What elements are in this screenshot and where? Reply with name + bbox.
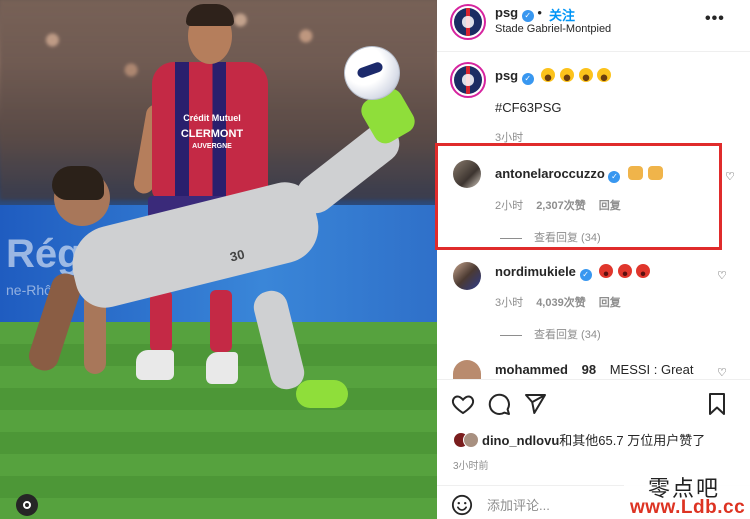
heart-icon[interactable] bbox=[451, 392, 475, 416]
sponsor-line: Crédit Mutuel bbox=[183, 113, 241, 123]
post-photo[interactable]: Rég ne-Rhô Crédit Mutuel CLERMONT AUVERG… bbox=[0, 0, 437, 519]
caption-author-name[interactable]: psg bbox=[495, 68, 518, 83]
opponent-leg bbox=[150, 290, 172, 352]
comment-meta: 2小时 2,307次赞 回复 bbox=[495, 197, 621, 213]
angry-face-emoji-icon bbox=[617, 264, 632, 278]
post-side-panel: psg ✓ • 关注 Stade Gabriel-Montpied ••• ps… bbox=[435, 0, 750, 519]
astonished-emoji-icon bbox=[578, 68, 593, 82]
raising-hands-emoji-icon bbox=[628, 166, 644, 180]
comment-likes[interactable]: 2,307次赞 bbox=[536, 200, 586, 212]
replies-line bbox=[500, 334, 522, 336]
opponent-boot bbox=[206, 352, 238, 384]
post-time[interactable]: 3小时前 bbox=[453, 457, 489, 472]
caption-emojis bbox=[541, 68, 612, 83]
verified-badge-icon: ✓ bbox=[579, 269, 592, 281]
send-icon[interactable] bbox=[523, 392, 547, 416]
follow-button[interactable]: 关注 bbox=[549, 5, 575, 24]
verified-badge-icon: ✓ bbox=[521, 10, 534, 22]
post-location[interactable]: Stade Gabriel-Montpied bbox=[495, 23, 611, 35]
comment-author-name[interactable]: antonelaroccuzzo bbox=[495, 166, 605, 181]
comment-time[interactable]: 3小时 bbox=[495, 297, 523, 309]
player-hair bbox=[52, 166, 104, 200]
player-boot bbox=[296, 380, 348, 408]
comment-likes[interactable]: 4,039次赞 bbox=[536, 297, 586, 309]
watermark-url: www.Ldb.cc bbox=[630, 497, 746, 518]
post-author-name[interactable]: psg bbox=[495, 5, 518, 20]
sponsor-line: CLERMONT bbox=[180, 127, 244, 140]
comment-author[interactable]: mohammed 98 MESSI : Great bbox=[495, 362, 694, 377]
bookmark-icon[interactable] bbox=[705, 392, 729, 416]
astonished-emoji-icon bbox=[541, 68, 556, 82]
comment-time[interactable]: 2小时 bbox=[495, 200, 523, 212]
caption-author[interactable]: psg ✓ bbox=[495, 68, 612, 85]
post-header: psg ✓ • 关注 Stade Gabriel-Montpied ••• bbox=[437, 0, 750, 52]
opponent-hair bbox=[186, 4, 234, 26]
comment-avatar[interactable] bbox=[453, 262, 481, 290]
comment-meta: 3小时 4,039次赞 回复 bbox=[495, 294, 621, 310]
comment-like-heart-icon[interactable]: ♡ bbox=[717, 366, 727, 379]
likes-summary[interactable]: dino_ndlovu和其他65.7 万位用户赞了 bbox=[453, 430, 705, 449]
sponsor-line: AUVERGNE bbox=[192, 143, 232, 150]
billboard-text: Rég bbox=[6, 232, 82, 276]
comment-author-name[interactable]: nordimukiele bbox=[495, 264, 576, 279]
verified-badge-icon: ✓ bbox=[608, 171, 621, 183]
avatar[interactable] bbox=[450, 4, 486, 40]
comment-avatar[interactable] bbox=[453, 160, 481, 188]
liker-username[interactable]: dino_ndlovu bbox=[482, 433, 559, 448]
replies-line bbox=[500, 237, 522, 239]
comment-author[interactable]: nordimukiele ✓ bbox=[495, 264, 651, 281]
more-options-icon[interactable]: ••• bbox=[705, 10, 725, 28]
angry-face-emoji-icon bbox=[599, 264, 614, 278]
caption-hashtag[interactable]: #CF63PSG bbox=[495, 100, 561, 115]
comment-text: MESSI : Great bbox=[609, 362, 694, 377]
raising-hands-emoji-icon bbox=[647, 166, 663, 180]
astonished-emoji-icon bbox=[560, 68, 574, 82]
opponent-boot bbox=[136, 350, 174, 380]
view-replies-button[interactable]: 查看回复 (34) bbox=[500, 229, 601, 245]
comment-icon[interactable] bbox=[487, 392, 511, 416]
comment-emojis bbox=[628, 166, 664, 181]
comment-avatar[interactable] bbox=[453, 360, 481, 380]
comment-author-suffix: 98 bbox=[581, 362, 597, 377]
shirt-sponsor: Crédit Mutuel CLERMONT AUVERGNE bbox=[168, 112, 256, 153]
view-replies-label[interactable]: 查看回复 (34) bbox=[534, 232, 601, 244]
billboard-subtext: ne-Rhô bbox=[6, 282, 52, 298]
separator-dot: • bbox=[537, 5, 542, 20]
football bbox=[344, 46, 400, 100]
view-replies-button[interactable]: 查看回复 (34) bbox=[500, 326, 601, 342]
likes-count-text[interactable]: 和其他65.7 万位用户赞了 bbox=[559, 433, 705, 448]
post-author[interactable]: psg ✓ • bbox=[495, 5, 542, 22]
opponent-leg bbox=[210, 290, 232, 352]
caption-avatar[interactable] bbox=[450, 62, 486, 98]
psg-logo-icon bbox=[454, 8, 482, 36]
comment-reply-button[interactable]: 回复 bbox=[599, 297, 621, 309]
user-icon bbox=[23, 501, 31, 509]
comment-reply-button[interactable]: 回复 bbox=[599, 200, 621, 212]
comment-author-name[interactable]: mohammed bbox=[495, 362, 568, 377]
comment-emojis bbox=[599, 264, 651, 279]
comment-author[interactable]: antonelaroccuzzo ✓ bbox=[495, 166, 664, 183]
tagged-users-button[interactable] bbox=[16, 494, 38, 516]
comment-like-heart-icon[interactable]: ♡ bbox=[725, 170, 735, 183]
angry-face-emoji-icon bbox=[636, 264, 651, 278]
smiley-icon[interactable] bbox=[451, 494, 473, 516]
liker-avatar bbox=[463, 432, 479, 448]
verified-badge-icon: ✓ bbox=[521, 73, 534, 85]
astonished-emoji-icon bbox=[597, 68, 612, 82]
comment-like-heart-icon[interactable]: ♡ bbox=[717, 269, 727, 282]
psg-logo-icon bbox=[454, 66, 482, 94]
view-replies-label[interactable]: 查看回复 (34) bbox=[534, 329, 601, 341]
